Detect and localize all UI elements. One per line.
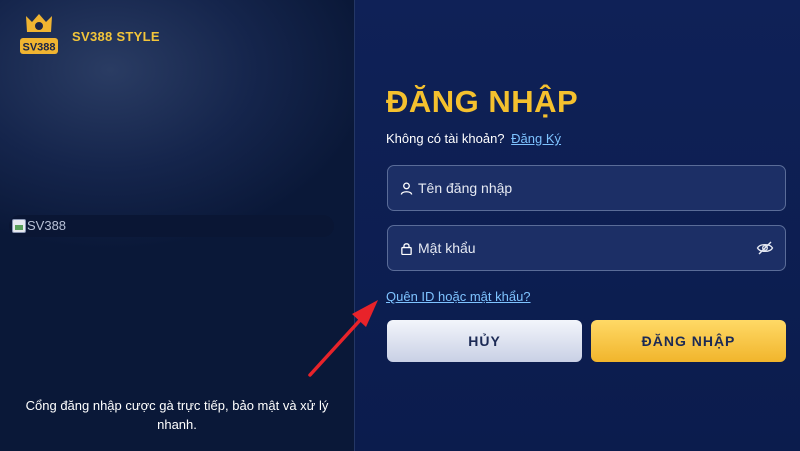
eye-slash-icon[interactable] — [756, 240, 774, 256]
username-field[interactable] — [387, 165, 786, 211]
lock-icon — [401, 242, 412, 255]
page-title: ĐĂNG NHẬP — [386, 84, 579, 119]
broken-image: SV388 — [12, 218, 66, 233]
broken-image-alt: SV388 — [27, 218, 67, 233]
login-button[interactable]: ĐĂNG NHẬP — [591, 320, 786, 362]
signup-link[interactable]: Đăng Ký — [511, 131, 561, 146]
left-panel: SV388 SV388 STYLE SV388 Cổng đăng nhập c… — [0, 0, 354, 451]
cancel-button[interactable]: HỦY — [387, 320, 582, 362]
brand-name: SV388 STYLE — [72, 29, 160, 44]
signup-row: Không có tài khoản? Đăng Ký — [386, 131, 561, 146]
user-icon — [400, 181, 413, 195]
tagline: Cổng đăng nhập cược gà trực tiếp, bảo mậ… — [25, 398, 329, 432]
logo-text: SV388 — [22, 42, 55, 54]
broken-image-icon — [12, 218, 26, 233]
password-input[interactable] — [418, 240, 738, 256]
brand-logo-icon: SV388 — [20, 14, 58, 54]
username-input[interactable] — [418, 180, 738, 196]
signup-prompt: Không có tài khoản? — [386, 131, 505, 146]
password-field[interactable] — [387, 225, 786, 271]
forgot-password-link[interactable]: Quên ID hoặc mật khẩu? — [386, 289, 531, 304]
login-panel: ĐĂNG NHẬP Không có tài khoản? Đăng Ký Qu… — [355, 0, 800, 451]
